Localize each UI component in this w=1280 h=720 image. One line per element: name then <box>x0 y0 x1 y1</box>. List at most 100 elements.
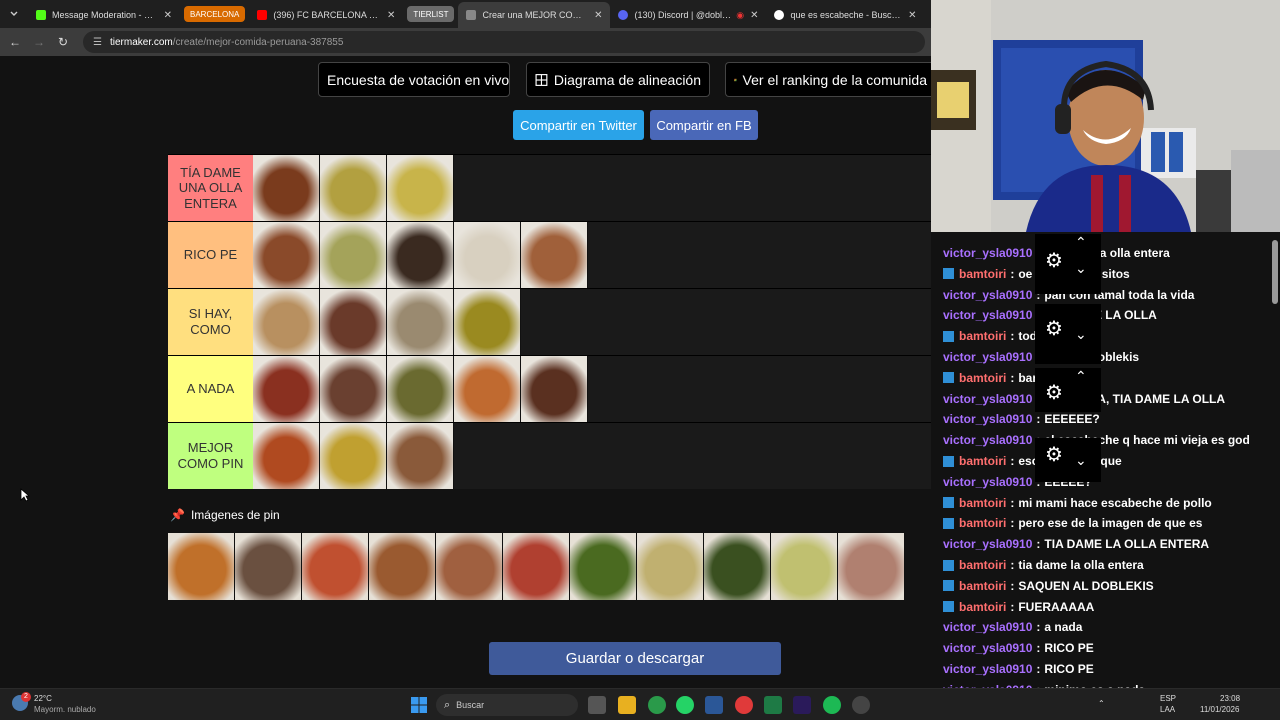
tab-discord[interactable]: (130) Discord | @doblekis. ◉ ✕ <box>610 2 766 28</box>
food-image[interactable] <box>253 356 320 422</box>
task-view-icon[interactable] <box>588 696 606 714</box>
chat-username[interactable]: victor_ysla0910 <box>943 246 1032 260</box>
food-image[interactable] <box>320 222 387 288</box>
scrollbar-thumb[interactable] <box>1272 240 1278 304</box>
chat-username[interactable]: bamtoiri <box>959 558 1006 572</box>
food-image[interactable] <box>253 155 320 221</box>
chat-username[interactable]: victor_ysla0910 <box>943 475 1032 489</box>
share-facebook-button[interactable]: Compartir en FB <box>650 110 758 140</box>
pin-food-image[interactable] <box>436 533 503 600</box>
food-image[interactable] <box>387 155 454 221</box>
chat-username[interactable]: bamtoiri <box>959 454 1006 468</box>
food-image[interactable] <box>320 356 387 422</box>
close-icon[interactable]: ✕ <box>750 10 758 21</box>
chevron-down-icon[interactable]: ⌄ <box>1075 260 1087 277</box>
pin-food-image[interactable] <box>570 533 637 600</box>
alignment-chart-button[interactable]: Diagrama de alineación <box>526 62 710 97</box>
chevron-up-icon[interactable]: ⌃ <box>1075 234 1087 251</box>
food-image[interactable] <box>521 356 588 422</box>
food-image[interactable] <box>320 289 387 355</box>
tab-tiermaker[interactable]: Crear una MEJOR COMIDA PER ✕ <box>458 2 611 28</box>
food-image[interactable] <box>521 222 588 288</box>
close-icon[interactable]: ✕ <box>594 10 602 21</box>
tray-chevron-up-icon[interactable]: ⌃ <box>1098 699 1105 708</box>
gear-icon[interactable]: ⚙ <box>1045 442 1063 467</box>
chat-username[interactable]: bamtoiri <box>959 371 1006 385</box>
tier-label[interactable]: MEJOR COMO PIN <box>168 423 253 489</box>
whatsapp-icon[interactable] <box>676 696 694 714</box>
pin-food-image[interactable] <box>235 533 302 600</box>
pin-food-image[interactable] <box>503 533 570 600</box>
tier-label[interactable]: SI HAY, COMO <box>168 289 253 355</box>
gear-icon[interactable]: ⚙ <box>1045 316 1063 341</box>
chevron-down-icon[interactable]: ⌄ <box>1075 452 1087 469</box>
gear-icon[interactable]: ⚙ <box>1045 380 1063 405</box>
chrome-icon[interactable] <box>648 696 666 714</box>
windows-start-icon[interactable] <box>410 696 428 714</box>
food-image[interactable] <box>387 356 454 422</box>
chat-username[interactable]: victor_ysla0910 <box>943 350 1032 364</box>
clock-time[interactable]: 23:08 <box>1220 694 1240 703</box>
food-image[interactable] <box>454 222 521 288</box>
forward-arrow-icon[interactable]: → <box>27 35 51 49</box>
chat-username[interactable]: victor_ysla0910 <box>943 641 1032 655</box>
chat-username[interactable]: victor_ysla0910 <box>943 620 1032 634</box>
food-image[interactable] <box>253 423 320 489</box>
chat-username[interactable]: bamtoiri <box>959 600 1006 614</box>
chat-username[interactable]: victor_ysla0910 <box>943 308 1032 322</box>
chat-username[interactable]: victor_ysla0910 <box>943 537 1032 551</box>
pin-food-image[interactable] <box>302 533 369 600</box>
chat-username[interactable]: victor_ysla0910 <box>943 433 1032 447</box>
chat-username[interactable]: bamtoiri <box>959 329 1006 343</box>
app-icon[interactable] <box>735 696 753 714</box>
tab-group-tierlist[interactable]: TIERLIST <box>407 6 455 22</box>
close-icon[interactable]: ✕ <box>908 10 916 21</box>
tab-kick-moderation[interactable]: Message Moderation - Kick Da ✕ <box>28 2 180 28</box>
spotify-icon[interactable] <box>823 696 841 714</box>
address-bar[interactable]: ☰ tiermaker.com/create/mejor-comida-peru… <box>83 31 925 53</box>
obs-icon[interactable] <box>852 696 870 714</box>
chat-username[interactable]: bamtoiri <box>959 496 1006 510</box>
back-arrow-icon[interactable]: ← <box>3 35 27 49</box>
tier-label[interactable]: TÍA DAME UNA OLLA ENTERA <box>168 155 253 221</box>
chat-username[interactable]: bamtoiri <box>959 516 1006 530</box>
pin-food-image[interactable] <box>637 533 704 600</box>
excel-icon[interactable] <box>764 696 782 714</box>
food-image[interactable] <box>454 356 521 422</box>
chat-username[interactable]: bamtoiri <box>959 267 1006 281</box>
tier-label[interactable]: A NADA <box>168 356 253 422</box>
file-explorer-icon[interactable] <box>618 696 636 714</box>
pin-food-image[interactable] <box>704 533 771 600</box>
food-image[interactable] <box>253 222 320 288</box>
input-language[interactable]: ESP <box>1160 694 1176 703</box>
food-image[interactable] <box>320 423 387 489</box>
chevron-down-icon[interactable]: ⌄ <box>1075 326 1087 343</box>
chat-scrollbar[interactable] <box>1272 232 1278 688</box>
pin-food-image[interactable] <box>771 533 838 600</box>
pin-food-image[interactable] <box>168 533 235 600</box>
pin-food-image[interactable] <box>369 533 436 600</box>
reload-icon[interactable]: ↻ <box>51 35 75 49</box>
chat-username[interactable]: victor_ysla0910 <box>943 412 1032 426</box>
chat-username[interactable]: victor_ysla0910 <box>943 662 1032 676</box>
close-icon[interactable]: ✕ <box>164 10 172 21</box>
food-image[interactable] <box>387 289 454 355</box>
save-download-button[interactable]: Guardar o descargar <box>489 642 781 675</box>
food-image[interactable] <box>454 289 521 355</box>
food-image[interactable] <box>320 155 387 221</box>
chat-username[interactable]: victor_ysla0910 <box>943 392 1032 406</box>
taskbar-search-box[interactable]: ⌕ Buscar <box>436 694 578 716</box>
chat-username[interactable]: victor_ysla0910 <box>943 288 1032 302</box>
food-image[interactable] <box>387 222 454 288</box>
tab-search[interactable]: que es escabeche - Buscar con ✕ <box>766 2 924 28</box>
food-image[interactable] <box>253 289 320 355</box>
tab-group-barcelona[interactable]: BARCELONA <box>184 6 246 22</box>
community-ranking-button[interactable]: Ver el ranking de la comunida <box>725 62 931 97</box>
site-info-icon[interactable]: ☰ <box>93 37 102 48</box>
food-image[interactable] <box>387 423 454 489</box>
share-twitter-button[interactable]: Compartir en Twitter <box>513 110 644 140</box>
input-layout[interactable]: LAA <box>1160 705 1175 714</box>
chat-username[interactable]: bamtoiri <box>959 579 1006 593</box>
premiere-icon[interactable] <box>793 696 811 714</box>
gear-icon[interactable]: ⚙ <box>1045 248 1063 273</box>
